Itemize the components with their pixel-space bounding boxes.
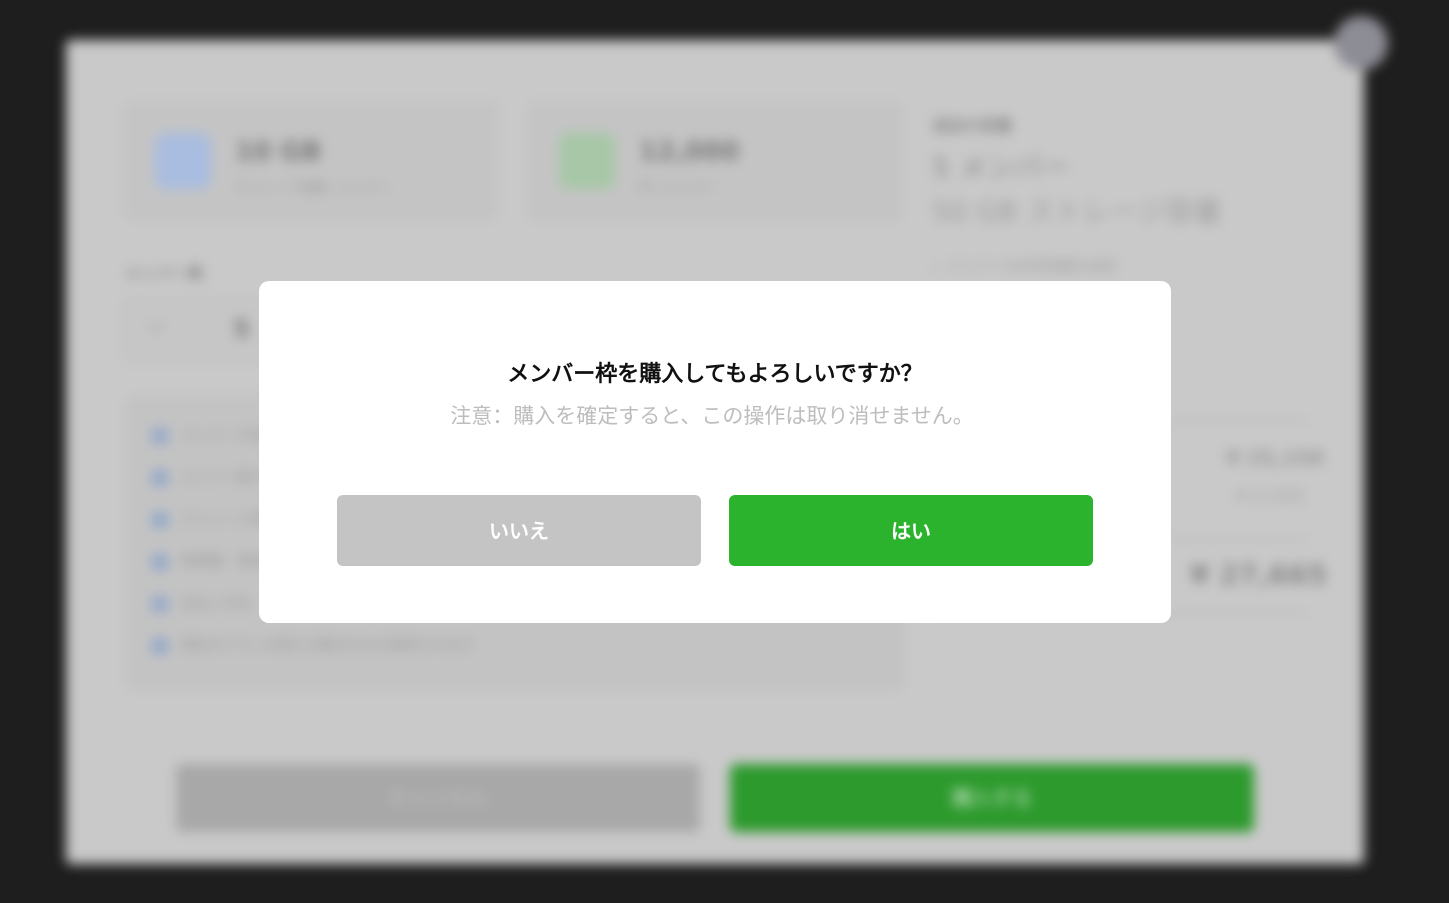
background-buy-button: 購入する (730, 764, 1254, 832)
storage-icon (155, 133, 211, 189)
summary-check-note: ✓ メンバーの共有容量を追加 (932, 259, 1117, 275)
summary-header: 追加の容量 (932, 116, 1013, 135)
storage-value: 10 GB (235, 137, 322, 167)
yes-button[interactable]: はい (729, 495, 1093, 566)
summary-price1: ¥ 25,150 (1226, 446, 1325, 470)
check-icon (151, 637, 169, 655)
storage-card: 10 GB ストレージ容量 / メンバー (124, 102, 498, 220)
feature-item: 現在のプランの残り日数分のみが請求されます (151, 635, 475, 655)
check-icon (151, 469, 169, 487)
minus-icon[interactable]: − (147, 315, 165, 340)
summary-line2: 50 GB ストレージ容量 (932, 195, 1222, 228)
summary-price2: ¥ 2,515 (1236, 486, 1305, 507)
member-count-label: メンバー数 (124, 264, 205, 283)
confirm-dialog (259, 281, 1171, 623)
dialog-title: メンバー枠を購入してもよろしいですか？ (507, 362, 923, 387)
background-cancel-button: キャンセル (176, 764, 700, 832)
price-card: 12,000 円 / メンバー (528, 102, 902, 220)
member-count-value: 5 (233, 315, 250, 343)
price-value: 12,000 (639, 137, 740, 167)
check-icon (151, 595, 169, 613)
check-icon (151, 553, 169, 571)
check-icon (151, 511, 169, 529)
dialog-note: 注意：購入を確定すると、この操作は取り消せません。 (450, 404, 974, 428)
summary-total: ¥ 27,665 (1190, 558, 1328, 591)
storage-caption: ストレージ容量 / メンバー (235, 181, 391, 196)
price-caption: 円 / メンバー (639, 181, 717, 196)
summary-line1: 5 メンバー (932, 151, 1071, 184)
feature-item: 支払い方法 (151, 593, 251, 613)
no-button[interactable]: いいえ (337, 495, 701, 566)
yen-icon (559, 133, 615, 189)
close-button[interactable] (1334, 16, 1388, 70)
